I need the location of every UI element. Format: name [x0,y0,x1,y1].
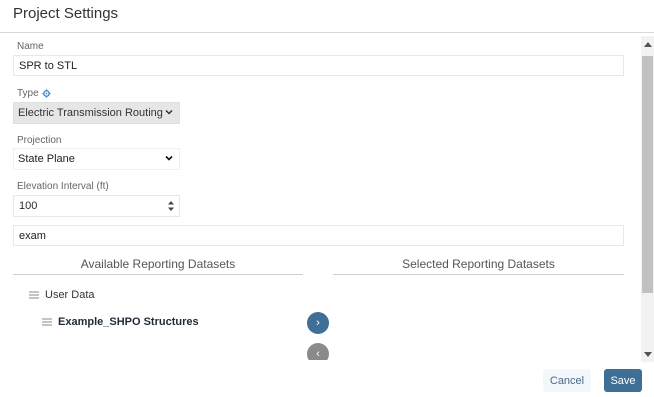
scrollbar-thumb[interactable] [642,56,653,293]
scroll-down-arrow-icon[interactable] [644,352,652,357]
available-dataset-item[interactable]: User Data [29,289,95,301]
projection-label: Projection [17,135,62,146]
elevation-label: Elevation Interval (ft) [17,181,109,192]
name-label: Name [17,41,44,52]
number-stepper-icon[interactable] [167,199,175,213]
available-datasets-divider [13,274,303,275]
settings-form: Name SPR to STL Type Electric Transmissi… [0,34,640,360]
add-dataset-button[interactable]: › [307,312,329,334]
dataset-label: Example_SHPO Structures [58,316,199,328]
drag-handle-icon[interactable] [42,318,52,326]
available-datasets-title: Available Reporting Datasets [80,257,236,271]
dialog-header: Project Settings [0,0,654,33]
save-button[interactable]: Save [604,369,642,392]
selected-datasets-title: Selected Reporting Datasets [402,257,555,271]
vertical-scrollbar[interactable] [641,36,654,362]
type-label: Type [17,88,39,99]
gear-icon[interactable] [42,89,51,98]
type-select[interactable]: Electric Transmission Routing [13,102,180,124]
projection-select[interactable]: State Plane [13,148,180,170]
cancel-button[interactable]: Cancel [543,369,591,392]
selected-datasets-divider [333,274,624,275]
elevation-interval-value: 100 [19,200,38,212]
chevron-down-icon [165,155,173,161]
remove-dataset-button[interactable]: ‹ [307,343,329,360]
scroll-up-arrow-icon[interactable] [644,42,652,47]
type-label-row: Type [17,88,51,99]
dataset-filter-input[interactable]: exam [13,225,624,246]
elevation-interval-input[interactable]: 100 [13,195,180,217]
chevron-down-icon [165,109,173,115]
dialog-title: Project Settings [13,5,119,22]
drag-handle-icon[interactable] [29,291,39,299]
available-dataset-item[interactable]: Example_SHPO Structures [42,316,199,328]
type-select-value: Electric Transmission Routing [18,107,163,119]
projection-select-value: State Plane [18,153,75,165]
dataset-label: User Data [45,289,95,301]
name-input[interactable]: SPR to STL [13,55,624,76]
